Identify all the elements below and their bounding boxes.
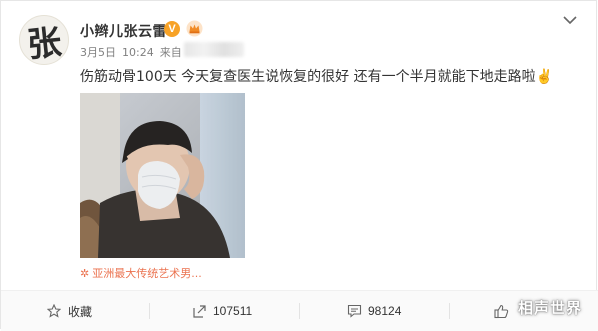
blurred-source bbox=[184, 42, 244, 57]
divider bbox=[149, 303, 150, 319]
post-meta: 3月5日 10:24 来自 bbox=[80, 44, 188, 60]
avatar-calligraphy: 张 bbox=[25, 21, 64, 65]
repost-count: 107511 bbox=[213, 304, 253, 318]
author-name[interactable]: 小辫儿张云雷 bbox=[80, 21, 167, 41]
comment-count: 98124 bbox=[368, 304, 402, 318]
like-button[interactable] bbox=[493, 291, 515, 331]
via-prefix: 来自 bbox=[159, 46, 182, 59]
favorite-label: 收藏 bbox=[68, 304, 93, 319]
post-time[interactable]: 10:24 bbox=[122, 46, 154, 59]
favorite-button[interactable]: 收藏 bbox=[46, 291, 92, 331]
source-link[interactable]: ✲ 亚洲最大传统艺术男... bbox=[80, 265, 202, 281]
watermark: 相声世界 bbox=[518, 299, 583, 317]
star-icon bbox=[46, 303, 62, 319]
repost-icon bbox=[191, 303, 207, 319]
comment-icon bbox=[346, 303, 362, 319]
photo-illustration bbox=[80, 93, 245, 258]
repost-button[interactable]: 107511 bbox=[191, 291, 252, 331]
thumbs-up-icon bbox=[493, 303, 509, 319]
source-label: 亚洲最大传统艺术男... bbox=[92, 267, 202, 280]
post-text: 伤筋动骨100天 今天复查医生说恢复的很好 还有一个半月就能下地走路啦✌️ bbox=[80, 69, 554, 85]
verified-badge-icon: V bbox=[164, 21, 180, 37]
crown-icon bbox=[186, 20, 203, 37]
chevron-down-icon[interactable] bbox=[562, 14, 578, 26]
flower-icon: ✲ bbox=[80, 267, 90, 280]
post-photo[interactable] bbox=[80, 93, 245, 258]
post-date[interactable]: 3月5日 bbox=[80, 46, 116, 59]
divider bbox=[299, 303, 300, 319]
action-bar: 收藏 107511 98124 bbox=[1, 290, 598, 331]
weibo-post-card: 张 小辫儿张云雷 V 3月5日 10:24 来自 伤筋动骨100天 今天复查医生说恢… bbox=[0, 0, 598, 331]
author-avatar[interactable]: 张 bbox=[19, 15, 69, 65]
divider bbox=[449, 303, 450, 319]
comment-button[interactable]: 98124 bbox=[346, 291, 401, 331]
